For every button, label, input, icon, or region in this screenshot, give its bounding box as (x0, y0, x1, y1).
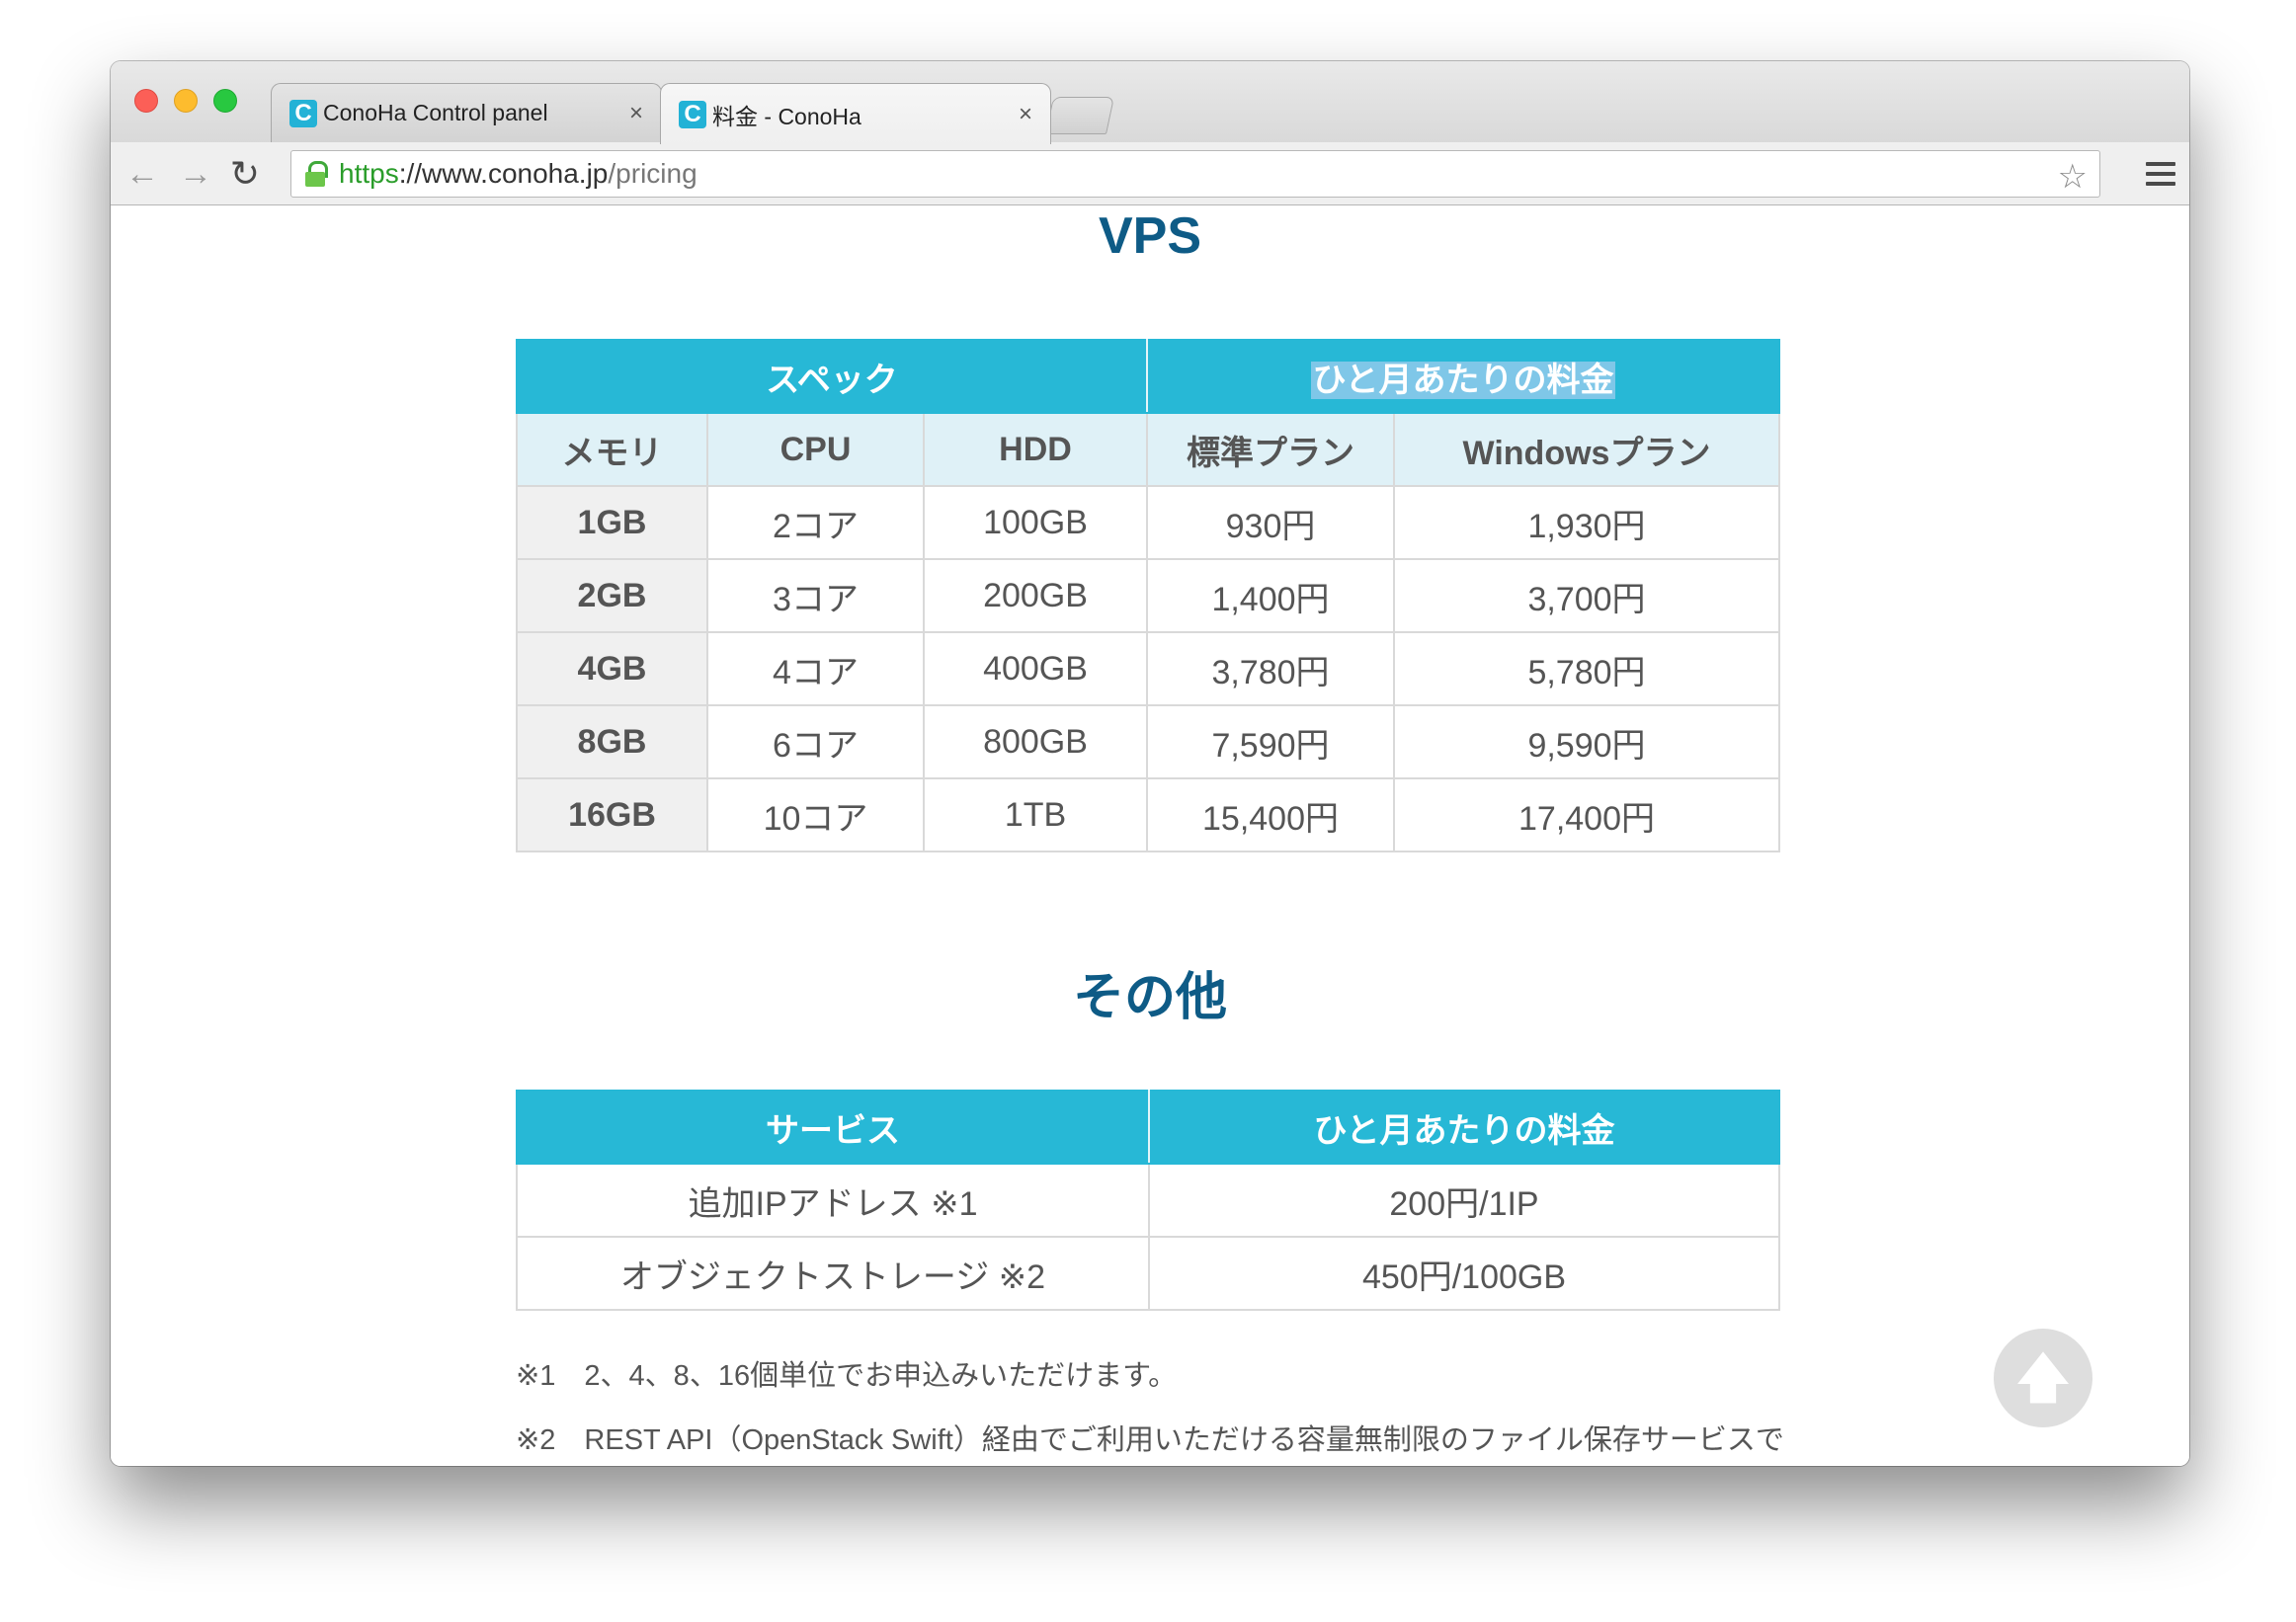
table-row: 8GB 6コア 800GB 7,590円 9,590円 (516, 704, 1780, 779)
column-header-memory: メモリ (516, 412, 708, 487)
memory-cell: 8GB (516, 704, 708, 779)
table-row: 1GB 2コア 100GB 930円 1,930円 (516, 485, 1780, 560)
column-header-hdd: HDD (923, 412, 1148, 487)
windows-price-cell: 1,930円 (1393, 485, 1780, 560)
column-header-cpu: CPU (706, 412, 925, 487)
table-row: 4GB 4コア 400GB 3,780円 5,780円 (516, 631, 1780, 706)
other-heading: その他 (1072, 969, 1227, 1026)
footnote-2: ※2 REST API（OpenStack Swift）経由でご利用いただける容… (516, 1424, 1784, 1456)
windows-price-cell: 3,700円 (1393, 558, 1780, 633)
conoha-favicon-icon: C (679, 100, 706, 128)
zoom-window-button[interactable] (213, 89, 237, 113)
column-header-standard-plan: 標準プラン (1146, 412, 1395, 487)
standard-price-cell: 3,780円 (1146, 631, 1395, 706)
vps-heading: VPS (1098, 207, 1202, 265)
page-content: VPS スペック ひと月あたりの料金 メモリ CPU HDD 標準プラン Win… (111, 206, 2189, 1466)
table-row: 16GB 10コア 1TB 15,400円 17,400円 (516, 777, 1780, 852)
minimize-window-button[interactable] (174, 89, 198, 113)
conoha-favicon-icon: C (289, 99, 317, 127)
tab-close-icon[interactable]: × (629, 100, 643, 127)
forward-arrow-icon[interactable]: → (176, 154, 215, 194)
price-group-header: ひと月あたりの料金 (1146, 339, 1780, 414)
table-row: 追加IPアドレス ※1 200円/1IP (516, 1163, 1780, 1238)
standard-price-cell: 7,590円 (1146, 704, 1395, 779)
new-tab-button[interactable] (1044, 97, 1115, 134)
memory-cell: 16GB (516, 777, 708, 852)
memory-cell: 1GB (516, 485, 708, 560)
table-group-header-row: スペック ひと月あたりの料金 (516, 339, 1780, 414)
close-window-button[interactable] (134, 89, 158, 113)
tab-title: 料金 - ConoHa (712, 103, 861, 129)
windows-price-cell: 9,590円 (1393, 704, 1780, 779)
tab-close-icon[interactable]: × (1019, 101, 1032, 128)
windows-price-cell: 5,780円 (1393, 631, 1780, 706)
url-text: https://www.conoha.jp/pricing (339, 158, 697, 189)
memory-cell: 2GB (516, 558, 708, 633)
price-cell: 450円/100GB (1148, 1236, 1780, 1311)
browser-window: C ConoHa Control panel × C 料金 - ConoHa ×… (111, 61, 2189, 1466)
windows-price-cell: 17,400円 (1393, 777, 1780, 852)
spec-group-header: スペック (516, 339, 1148, 414)
hdd-cell: 1TB (923, 777, 1148, 852)
column-header-service: サービス (516, 1090, 1150, 1165)
column-header-monthly-price: ひと月あたりの料金 (1148, 1090, 1780, 1165)
tab-conoha-control-panel[interactable]: C ConoHa Control panel × (271, 83, 662, 142)
hamburger-menu-icon[interactable] (2146, 162, 2175, 186)
tab-title: ConoHa Control panel (323, 100, 548, 125)
other-pricing-table: サービス ひと月あたりの料金 追加IPアドレス ※1 200円/1IP オブジェ… (516, 1090, 1780, 1311)
scroll-to-top-button[interactable]: 🡅 (1994, 1329, 2092, 1427)
hdd-cell: 200GB (923, 558, 1148, 633)
hdd-cell: 400GB (923, 631, 1148, 706)
hdd-cell: 800GB (923, 704, 1148, 779)
browser-toolbar: ← → ↻ https://www.conoha.jp/pricing ☆ (111, 142, 2189, 205)
service-cell: オブジェクトストレージ ※2 (516, 1236, 1150, 1311)
cpu-cell: 4コア (706, 631, 925, 706)
vps-pricing-table: スペック ひと月あたりの料金 メモリ CPU HDD 標準プラン Windows… (516, 339, 1780, 852)
service-cell: 追加IPアドレス ※1 (516, 1163, 1150, 1238)
table-column-header-row: メモリ CPU HDD 標準プラン Windowsプラン (516, 412, 1780, 487)
standard-price-cell: 1,400円 (1146, 558, 1395, 633)
table-row: 2GB 3コア 200GB 1,400円 3,700円 (516, 558, 1780, 633)
address-bar[interactable]: https://www.conoha.jp/pricing ☆ (290, 150, 2100, 198)
footnote-1: ※1 2、4、8、16個単位でお申込みいただけます。 (516, 1360, 1178, 1392)
bookmark-star-icon[interactable]: ☆ (2058, 157, 2088, 197)
table-row: オブジェクトストレージ ※2 450円/100GB (516, 1236, 1780, 1311)
column-header-windows-plan: Windowsプラン (1393, 412, 1780, 487)
hdd-cell: 100GB (923, 485, 1148, 560)
back-arrow-icon[interactable]: ← (123, 154, 162, 194)
tab-strip: C ConoHa Control panel × C 料金 - ConoHa × (111, 61, 2189, 144)
price-cell: 200円/1IP (1148, 1163, 1780, 1238)
table-header-row: サービス ひと月あたりの料金 (516, 1090, 1780, 1165)
cpu-cell: 6コア (706, 704, 925, 779)
cpu-cell: 3コア (706, 558, 925, 633)
cpu-cell: 10コア (706, 777, 925, 852)
tab-pricing[interactable]: C 料金 - ConoHa × (660, 83, 1051, 144)
memory-cell: 4GB (516, 631, 708, 706)
reload-icon[interactable]: ↻ (225, 154, 265, 194)
arrow-up-icon: 🡅 (2014, 1346, 2072, 1409)
lock-icon (305, 161, 328, 187)
cpu-cell: 2コア (706, 485, 925, 560)
standard-price-cell: 930円 (1146, 485, 1395, 560)
standard-price-cell: 15,400円 (1146, 777, 1395, 852)
